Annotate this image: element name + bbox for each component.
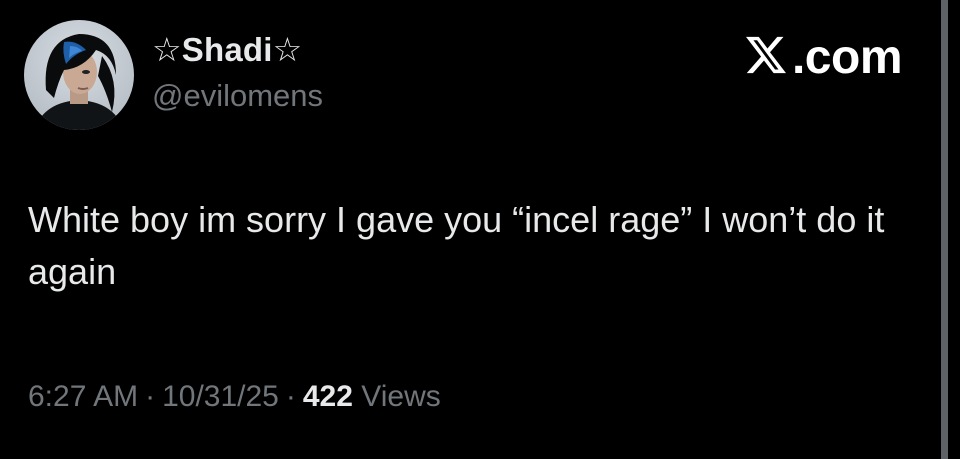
views-count: 422 — [302, 380, 353, 413]
tweet-meta: 6:27 AM · 10/31/25 · 422 Views — [28, 380, 441, 414]
meta-separator: · — [145, 380, 156, 413]
tweet-date[interactable]: 10/31/25 — [162, 380, 279, 413]
x-logo-icon — [745, 36, 786, 74]
scrollbar[interactable] — [941, 0, 948, 459]
author-handle[interactable]: @evilomens — [152, 78, 323, 114]
profile-photo-icon — [34, 34, 124, 130]
avatar[interactable] — [24, 20, 134, 130]
brand-domain-text: .com — [791, 31, 903, 84]
author-display-name[interactable]: ☆Shadi☆ — [152, 30, 302, 69]
x-com-watermark: .com — [744, 30, 903, 85]
tweet-card: ☆Shadi☆ @evilomens .com White boy im sor… — [0, 0, 960, 459]
meta-separator: · — [285, 380, 296, 413]
tweet-time[interactable]: 6:27 AM — [28, 380, 138, 413]
views-label: Views — [361, 380, 441, 413]
tweet-text: White boy im sorry I gave you “incel rag… — [28, 199, 885, 292]
